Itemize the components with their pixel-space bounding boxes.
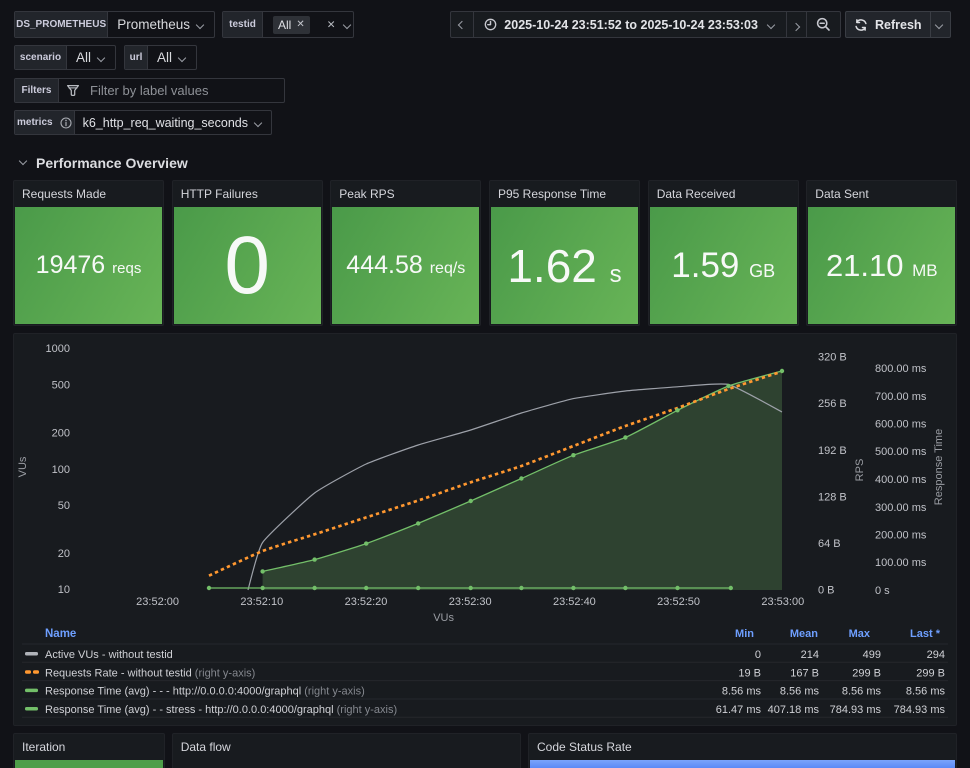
svg-text:500: 500	[52, 380, 70, 392]
svg-text:200: 200	[52, 428, 70, 440]
svg-text:23:52:40: 23:52:40	[553, 596, 596, 608]
svg-text:8.56 ms: 8.56 ms	[780, 686, 820, 698]
svg-text:0 B: 0 B	[818, 585, 835, 597]
svg-text:407.18 ms: 407.18 ms	[768, 704, 820, 716]
svg-text:784.93 ms: 784.93 ms	[830, 704, 882, 716]
svg-text:700.00 ms: 700.00 ms	[875, 391, 927, 403]
svg-text:499: 499	[863, 649, 881, 661]
svg-text:256 B: 256 B	[818, 398, 847, 410]
svg-text:500.00 ms: 500.00 ms	[875, 446, 927, 458]
svg-text:23:52:50: 23:52:50	[657, 596, 700, 608]
svg-text:800.00 ms: 800.00 ms	[875, 363, 927, 375]
svg-text:50: 50	[58, 500, 70, 512]
svg-text:128 B: 128 B	[818, 491, 847, 503]
svg-text:Response Time (avg) - - stress: Response Time (avg) - - stress - http://…	[45, 704, 397, 716]
svg-text:294: 294	[927, 649, 945, 661]
svg-text:400.00 ms: 400.00 ms	[875, 474, 927, 486]
svg-text:200.00 ms: 200.00 ms	[875, 530, 927, 542]
svg-text:RPS: RPS	[854, 459, 866, 482]
svg-text:Max: Max	[849, 628, 871, 640]
svg-text:784.93 ms: 784.93 ms	[894, 704, 946, 716]
svg-text:320 B: 320 B	[818, 352, 847, 364]
svg-text:Mean: Mean	[790, 628, 818, 640]
svg-text:299 B: 299 B	[852, 667, 881, 679]
svg-text:61.47 ms: 61.47 ms	[716, 704, 762, 716]
svg-text:Requests Rate - without testid: Requests Rate - without testid (right y-…	[45, 667, 255, 679]
svg-text:600.00 ms: 600.00 ms	[875, 419, 927, 431]
svg-text:100: 100	[52, 464, 70, 476]
svg-text:20: 20	[58, 548, 70, 560]
svg-text:8.56 ms: 8.56 ms	[842, 686, 882, 698]
svg-text:8.56 ms: 8.56 ms	[722, 686, 762, 698]
svg-text:0 s: 0 s	[875, 585, 890, 597]
svg-text:167 B: 167 B	[790, 667, 819, 679]
svg-text:19 B: 19 B	[738, 667, 761, 679]
svg-text:Response Time: Response Time	[933, 429, 945, 505]
svg-text:VUs: VUs	[17, 456, 29, 477]
svg-text:8.56 ms: 8.56 ms	[906, 686, 946, 698]
svg-text:Response Time (avg) - - - http: Response Time (avg) - - - http://0.0.0.0…	[45, 686, 365, 698]
svg-text:10: 10	[58, 584, 70, 596]
svg-text:64 B: 64 B	[818, 538, 841, 550]
svg-text:0: 0	[755, 649, 761, 661]
svg-text:Min: Min	[735, 628, 754, 640]
svg-text:299 B: 299 B	[916, 667, 945, 679]
svg-text:VUs: VUs	[433, 612, 454, 624]
svg-text:Active VUs - without testid: Active VUs - without testid	[45, 649, 173, 661]
svg-text:100.00 ms: 100.00 ms	[875, 557, 927, 569]
svg-text:1000: 1000	[46, 343, 70, 355]
svg-text:192 B: 192 B	[818, 445, 847, 457]
svg-text:214: 214	[801, 649, 819, 661]
svg-text:Last *: Last *	[910, 628, 941, 640]
svg-text:Name: Name	[45, 628, 76, 640]
svg-text:23:52:20: 23:52:20	[345, 596, 388, 608]
svg-text:23:52:00: 23:52:00	[136, 596, 179, 608]
svg-text:23:53:00: 23:53:00	[761, 596, 804, 608]
svg-text:23:52:10: 23:52:10	[240, 596, 283, 608]
svg-text:23:52:30: 23:52:30	[449, 596, 492, 608]
svg-text:300.00 ms: 300.00 ms	[875, 502, 927, 514]
